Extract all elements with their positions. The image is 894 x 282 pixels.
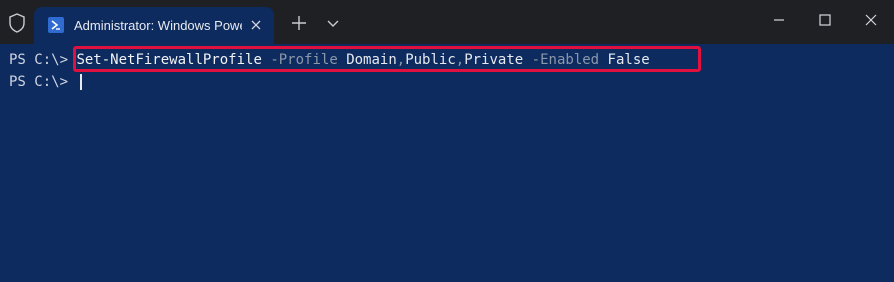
comma: , (455, 52, 465, 68)
terminal-line-command: PS C:\> Set-NetFirewallProfile -Profile … (9, 50, 650, 70)
close-button[interactable] (848, 0, 894, 40)
minimize-icon (774, 19, 784, 21)
prompt: PS C:\> (9, 74, 77, 90)
tab-close-icon[interactable] (248, 17, 264, 33)
maximize-icon (819, 14, 831, 26)
comma: , (396, 52, 406, 68)
terminal-line-prompt: PS C:\> (9, 72, 76, 92)
powershell-icon (48, 17, 64, 33)
terminal-output[interactable]: PS C:\> Set-NetFirewallProfile -Profile … (0, 44, 894, 282)
dropdown-button[interactable] (324, 14, 342, 32)
minimize-button[interactable] (756, 0, 802, 40)
maximize-button[interactable] (802, 0, 848, 40)
tab-powershell[interactable]: Administrator: Windows PowerShell (34, 7, 274, 44)
chevron-down-icon (327, 20, 339, 27)
text-cursor (80, 74, 82, 90)
plus-icon (292, 16, 306, 30)
shield-icon (8, 13, 26, 33)
parameter-enabled: -Enabled (531, 52, 600, 68)
argument-private: Private (464, 52, 524, 68)
parameter-profile: -Profile (270, 52, 338, 68)
terminal-window: Administrator: Windows PowerShell (0, 0, 894, 282)
prompt: PS C:\> (9, 52, 77, 68)
cmdlet: Set-NetFirewallProfile (76, 52, 262, 68)
tab-title: Administrator: Windows PowerShell (74, 18, 242, 33)
title-bar: Administrator: Windows PowerShell (0, 0, 894, 44)
argument-public: Public (405, 52, 456, 68)
close-icon (865, 14, 877, 26)
argument-domain: Domain (346, 52, 397, 68)
argument-false: False (607, 52, 650, 68)
new-tab-button[interactable] (288, 12, 310, 34)
